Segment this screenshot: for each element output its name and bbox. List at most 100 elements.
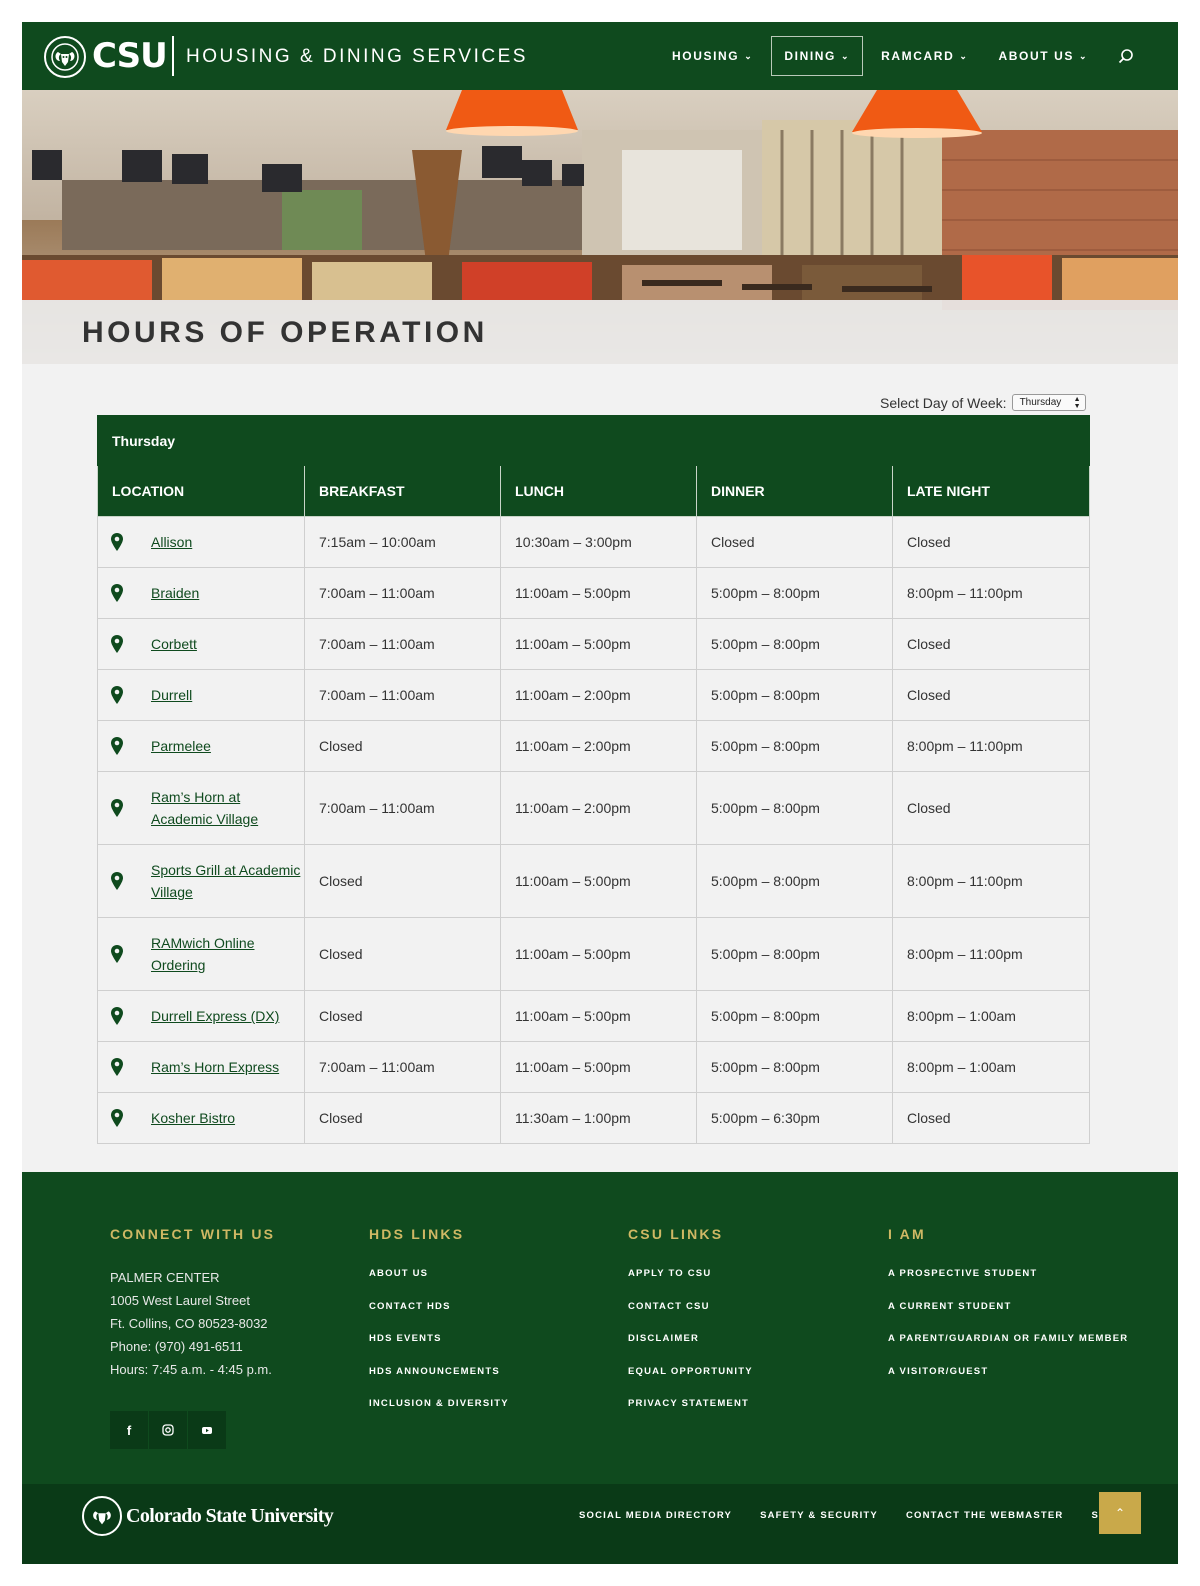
chevron-down-icon: ⌄ <box>959 50 969 61</box>
table-column-headers: LOCATION BREAKFAST LUNCH DINNER LATE NIG… <box>97 465 1091 517</box>
ram-logo-icon[interactable] <box>44 36 86 78</box>
map-pin-icon[interactable] <box>110 685 124 705</box>
hours-table: Thursday LOCATION BREAKFAST LUNCH DINNER… <box>96 415 1091 1144</box>
table-body: Allison 7:15am – 10:00am 10:30am – 3:00pm C… <box>97 516 1091 1144</box>
location-link[interactable]: Durrell Express (DX) <box>151 1005 279 1027</box>
csu-university-logo[interactable]: Colorado State University <box>82 1496 334 1536</box>
map-pin-icon[interactable] <box>110 1006 124 1026</box>
footer-link[interactable]: CONTACT HDS <box>369 1301 509 1334</box>
table-row: Parmelee Closed 11:00am – 2:00pm 5:00pm – 8… <box>97 720 1091 772</box>
footer-link[interactable]: EQUAL OPPORTUNITY <box>628 1366 753 1399</box>
location-link[interactable]: Sports Grill at Academic Village <box>151 859 304 903</box>
dinner-hours: 5:00pm – 8:00pm <box>696 917 893 991</box>
location-link[interactable]: Ram’s Horn at Academic Village <box>151 786 304 830</box>
chevron-up-icon[interactable]: ⌃ <box>1099 1492 1141 1534</box>
address-line: 1005 West Laurel Street <box>110 1293 250 1308</box>
lunch-hours: 11:30am – 1:00pm <box>500 1092 697 1144</box>
chevron-down-icon: ⌄ <box>1078 50 1089 61</box>
breakfast-hours: 7:15am – 10:00am <box>304 516 501 568</box>
lunch-hours: 11:00am – 2:00pm <box>500 720 697 772</box>
nav-ramcard[interactable]: RAMCARD ⌄ <box>869 36 980 76</box>
youtube-icon[interactable] <box>188 1411 226 1449</box>
breakfast-hours: Closed <box>304 917 501 991</box>
location-cell: Braiden <box>97 567 305 619</box>
location-link[interactable]: Braiden <box>151 582 199 604</box>
nav-about-us[interactable]: ABOUT US ⌄ <box>987 36 1101 76</box>
dinner-hours: 5:00pm – 6:30pm <box>696 1092 893 1144</box>
dinner-hours: 5:00pm – 8:00pm <box>696 990 893 1042</box>
lunch-hours: 11:00am – 5:00pm <box>500 844 697 918</box>
bottom-link[interactable]: SAFETY & SECURITY <box>760 1510 878 1521</box>
footer-link[interactable]: ABOUT US <box>369 1268 509 1301</box>
nav-housing[interactable]: HOUSING ⌄ <box>660 36 765 76</box>
csu-logo-text[interactable]: CSU <box>92 36 168 76</box>
table-day-title: Thursday <box>96 415 1091 466</box>
instagram-icon[interactable] <box>149 1411 187 1449</box>
footer-link[interactable]: DISCLAIMER <box>628 1333 753 1366</box>
search-icon[interactable] <box>1114 44 1138 68</box>
site-name[interactable]: HOUSING & DINING SERVICES <box>186 46 528 68</box>
map-pin-icon[interactable] <box>110 532 124 552</box>
location-link[interactable]: Ram’s Horn Express <box>151 1056 279 1078</box>
location-cell: Ram’s Horn Express <box>97 1041 305 1093</box>
day-of-week-select[interactable]: Thursday ▲ ▼ <box>1011 394 1086 411</box>
footer-hds-heading: HDS LINKS <box>369 1226 465 1242</box>
dinner-hours: 5:00pm – 8:00pm <box>696 1041 893 1093</box>
site-footer: CONNECT WITH US PALMER CENTER 1005 West … <box>22 1172 1178 1484</box>
footer-link[interactable]: HDS EVENTS <box>369 1333 509 1366</box>
map-pin-icon[interactable] <box>110 944 124 964</box>
footer-link[interactable]: A PARENT/GUARDIAN OR FAMILY MEMBER <box>888 1333 1128 1366</box>
footer-link[interactable]: A VISITOR/GUEST <box>888 1366 1128 1399</box>
map-pin-icon[interactable] <box>110 583 124 603</box>
location-link[interactable]: RAMwich Online Ordering <box>151 932 304 976</box>
lunch-hours: 11:00am – 5:00pm <box>500 1041 697 1093</box>
footer-connect: CONNECT WITH US PALMER CENTER 1005 West … <box>110 1226 275 1449</box>
bottom-links: SOCIAL MEDIA DIRECTORY SAFETY & SECURITY… <box>579 1510 1109 1521</box>
location-link[interactable]: Parmelee <box>151 735 211 757</box>
day-of-week-value: Thursday <box>1019 397 1062 408</box>
lunch-hours: 11:00am – 5:00pm <box>500 917 697 991</box>
location-link[interactable]: Durrell <box>151 684 192 706</box>
footer-link[interactable]: A PROSPECTIVE STUDENT <box>888 1268 1128 1301</box>
bottom-link[interactable]: SOCIAL MEDIA DIRECTORY <box>579 1510 732 1521</box>
footer-csu-heading: CSU LINKS <box>628 1226 724 1242</box>
footer-link[interactable]: PRIVACY STATEMENT <box>628 1398 753 1431</box>
map-pin-icon[interactable] <box>110 1057 124 1077</box>
footer-link[interactable]: A CURRENT STUDENT <box>888 1301 1128 1334</box>
dinner-hours: 5:00pm – 8:00pm <box>696 771 893 845</box>
breakfast-hours: 7:00am – 11:00am <box>304 1041 501 1093</box>
bottom-link[interactable]: CONTACT THE WEBMASTER <box>906 1510 1064 1521</box>
footer-i-am-heading: I AM <box>888 1226 926 1242</box>
footer-link[interactable]: APPLY TO CSU <box>628 1268 753 1301</box>
map-pin-icon[interactable] <box>110 736 124 756</box>
facebook-icon[interactable]: f <box>110 1411 148 1449</box>
footer-link[interactable]: HDS ANNOUNCEMENTS <box>369 1366 509 1399</box>
day-filter-label: Select Day of Week: <box>880 394 1007 411</box>
breakfast-hours: 7:00am – 11:00am <box>304 618 501 670</box>
location-link[interactable]: Corbett <box>151 633 197 655</box>
lunch-hours: 10:30am – 3:00pm <box>500 516 697 568</box>
chevron-down-icon: ⌄ <box>840 50 851 61</box>
nav-dining[interactable]: DINING ⌄ <box>771 36 864 76</box>
footer-csu-links: CSU LINKS APPLY TO CSU CONTACT CSU DISCL… <box>628 1226 753 1431</box>
breakfast-hours: Closed <box>304 844 501 918</box>
location-link[interactable]: Kosher Bistro <box>151 1107 235 1129</box>
location-wrap: Sports Grill at Academic Village <box>110 859 304 903</box>
map-pin-icon[interactable] <box>110 798 124 818</box>
location-wrap: Durrell <box>110 684 304 706</box>
lunch-hours: 11:00am – 5:00pm <box>500 567 697 619</box>
late-night-hours: 8:00pm – 11:00pm <box>891 567 1091 619</box>
footer-csu-list: APPLY TO CSU CONTACT CSU DISCLAIMER EQUA… <box>628 1268 753 1431</box>
breakfast-hours: Closed <box>304 990 501 1042</box>
map-pin-icon[interactable] <box>110 634 124 654</box>
page-title: HOURS OF OPERATION <box>82 316 488 349</box>
map-pin-icon[interactable] <box>110 1108 124 1128</box>
map-pin-icon[interactable] <box>110 871 124 891</box>
footer-link[interactable]: CONTACT CSU <box>628 1301 753 1334</box>
location-link[interactable]: Allison <box>151 531 192 553</box>
late-night-hours: 8:00pm – 11:00pm <box>891 720 1091 772</box>
lunch-hours: 11:00am – 2:00pm <box>500 771 697 845</box>
breakfast-hours: 7:00am – 11:00am <box>304 771 501 845</box>
footer-link[interactable]: INCLUSION & DIVERSITY <box>369 1398 509 1431</box>
breakfast-hours: 7:00am – 11:00am <box>304 669 501 721</box>
